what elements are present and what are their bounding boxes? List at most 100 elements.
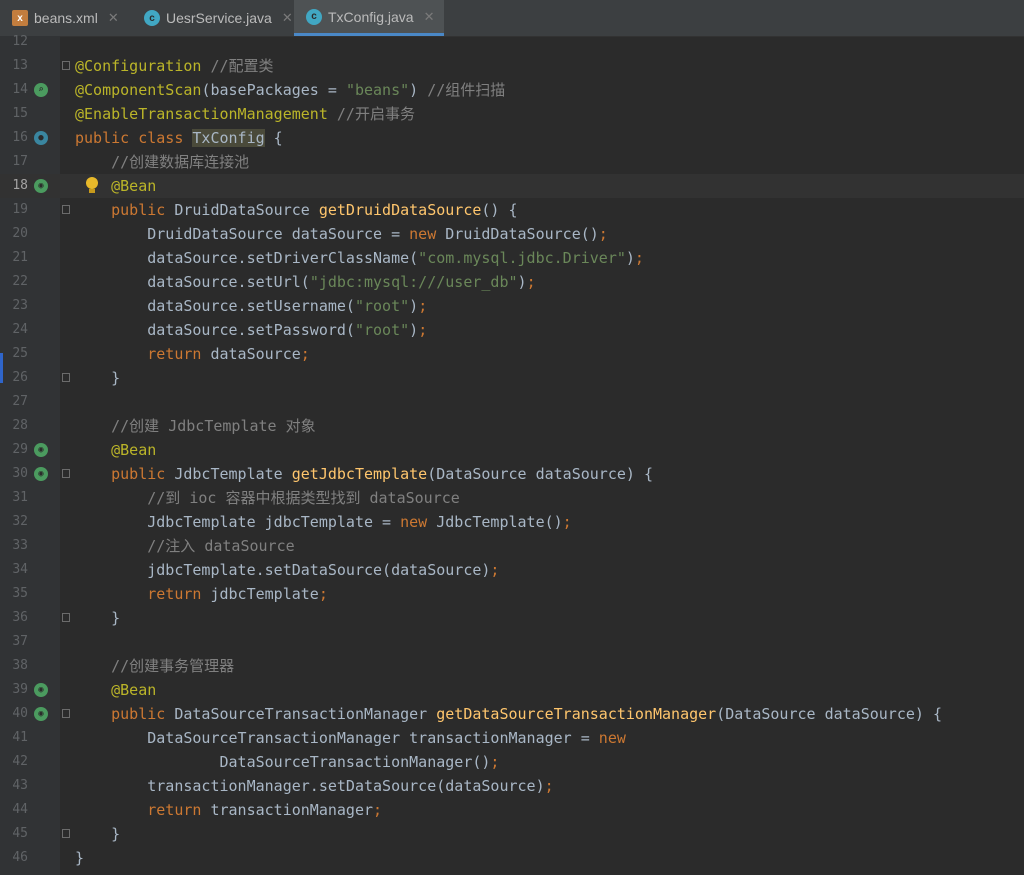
code-text[interactable]: dataSource.setUrl("jdbc:mysql:///user_db… [75, 270, 535, 294]
close-icon[interactable]: ✕ [424, 9, 435, 25]
code-text[interactable]: } [75, 366, 120, 390]
code-text[interactable]: @Bean [75, 678, 156, 702]
code-line[interactable]: 45 } [0, 822, 1024, 846]
close-icon[interactable]: ✕ [282, 10, 293, 26]
code-text[interactable]: DruidDataSource dataSource = new DruidDa… [75, 222, 608, 246]
code-text[interactable]: public JdbcTemplate getJdbcTemplate(Data… [75, 462, 653, 486]
code-text[interactable]: @ComponentScan(basePackages = "beans") /… [75, 78, 505, 102]
fold-marker-icon[interactable] [62, 469, 70, 478]
code-line[interactable]: 29 ◉ @Bean [0, 438, 1024, 462]
code-text[interactable]: public class TxConfig { [75, 126, 283, 150]
code-line[interactable]: 13 @Configuration //配置类 [0, 54, 1024, 78]
component-scan-icon[interactable]: ⌕ [34, 83, 48, 97]
code-line[interactable]: 37 [0, 630, 1024, 654]
code-line[interactable]: 31 //到 ioc 容器中根据类型找到 dataSource [0, 486, 1024, 510]
code-line[interactable]: 41 DataSourceTransactionManager transact… [0, 726, 1024, 750]
code-line[interactable]: 39 ◉ @Bean [0, 678, 1024, 702]
close-icon[interactable]: ✕ [108, 10, 119, 26]
code-line[interactable]: 33 //注入 dataSource [0, 534, 1024, 558]
line-number: 23 [12, 298, 28, 313]
code-text[interactable]: @Configuration //配置类 [75, 54, 274, 78]
spring-bean-icon[interactable]: ◉ [34, 179, 48, 193]
code-line[interactable]: 46} [0, 846, 1024, 870]
code-line[interactable]: 42 DataSourceTransactionManager(); [0, 750, 1024, 774]
code-line[interactable]: 30 ◉ public JdbcTemplate getJdbcTemplate(… [0, 462, 1024, 486]
fold-marker-icon[interactable] [62, 709, 70, 718]
code-line[interactable]: 12 [0, 30, 1024, 54]
code-text[interactable]: @EnableTransactionManagement //开启事务 [75, 102, 415, 126]
code-line[interactable]: 36 } [0, 606, 1024, 630]
code-line[interactable]: 20 DruidDataSource dataSource = new Drui… [0, 222, 1024, 246]
spring-bean-icon[interactable]: ◉ [34, 443, 48, 457]
code-line[interactable]: 27 [0, 390, 1024, 414]
code-text[interactable]: //注入 dataSource [75, 534, 294, 558]
tab-label: beans.xml [34, 10, 98, 26]
code-line[interactable]: 23 dataSource.setUsername("root"); [0, 294, 1024, 318]
code-line[interactable]: 14 ⌕ @ComponentScan(basePackages = "beans"… [0, 78, 1024, 102]
code-line[interactable]: 43 transactionManager.setDataSource(data… [0, 774, 1024, 798]
code-text[interactable]: @Bean [75, 438, 156, 462]
code-line[interactable]: 28 //创建 JdbcTemplate 对象 [0, 414, 1024, 438]
code-text[interactable]: return transactionManager; [75, 798, 382, 822]
line-number: 28 [12, 418, 28, 433]
code-text[interactable]: dataSource.setPassword("root"); [75, 318, 427, 342]
line-number: 20 [12, 226, 28, 241]
fold-marker-icon[interactable] [62, 373, 70, 382]
code-line[interactable]: 22 dataSource.setUrl("jdbc:mysql:///user… [0, 270, 1024, 294]
code-text[interactable]: return dataSource; [75, 342, 310, 366]
code-text[interactable]: } [75, 606, 120, 630]
code-line[interactable]: 18 ◉ @Bean [0, 174, 1024, 198]
code-text[interactable]: //到 ioc 容器中根据类型找到 dataSource [75, 486, 460, 510]
code-line[interactable]: 34 jdbcTemplate.setDataSource(dataSource… [0, 558, 1024, 582]
code-text[interactable]: public DataSourceTransactionManager getD… [75, 702, 942, 726]
class-hierarchy-icon[interactable]: ● [34, 131, 48, 145]
line-number: 21 [12, 250, 28, 265]
code-editor[interactable]: 12 13 @Configuration //配置类 14 ⌕ @ComponentSca… [0, 34, 1024, 875]
code-line[interactable]: 40 ◉ public DataSourceTransactionManager … [0, 702, 1024, 726]
code-text[interactable]: public DruidDataSource getDruidDataSourc… [75, 198, 517, 222]
fold-marker-icon[interactable] [62, 205, 70, 214]
line-number: 45 [12, 826, 28, 841]
code-line[interactable]: 38 //创建事务管理器 [0, 654, 1024, 678]
line-number: 29 [12, 442, 28, 457]
spring-bean-icon[interactable]: ◉ [34, 707, 48, 721]
line-number: 22 [12, 274, 28, 289]
code-text[interactable]: } [75, 822, 120, 846]
code-text[interactable]: DataSourceTransactionManager transaction… [75, 726, 626, 750]
code-line[interactable]: 32 JdbcTemplate jdbcTemplate = new JdbcT… [0, 510, 1024, 534]
fold-marker-icon[interactable] [62, 613, 70, 622]
code-text[interactable]: transactionManager.setDataSource(dataSou… [75, 774, 553, 798]
code-text[interactable]: //创建 JdbcTemplate 对象 [75, 414, 316, 438]
fold-marker-icon[interactable] [62, 829, 70, 838]
line-number: 35 [12, 586, 28, 601]
code-text[interactable]: DataSourceTransactionManager(); [75, 750, 499, 774]
code-line[interactable]: 35 return jdbcTemplate; [0, 582, 1024, 606]
code-text[interactable]: } [75, 846, 84, 870]
line-number: 13 [12, 58, 28, 73]
line-number: 16 [12, 130, 28, 145]
code-line[interactable]: 44 return transactionManager; [0, 798, 1024, 822]
line-number: 42 [12, 754, 28, 769]
spring-bean-icon[interactable]: ◉ [34, 683, 48, 697]
line-number: 44 [12, 802, 28, 817]
fold-marker-icon[interactable] [62, 61, 70, 70]
code-text[interactable]: //创建数据库连接池 [75, 150, 249, 174]
spring-bean-icon[interactable]: ◉ [34, 467, 48, 481]
code-text[interactable]: dataSource.setDriverClassName("com.mysql… [75, 246, 644, 270]
code-line[interactable]: 19 public DruidDataSource getDruidDataSo… [0, 198, 1024, 222]
code-line[interactable]: 21 dataSource.setDriverClassName("com.my… [0, 246, 1024, 270]
code-text[interactable]: JdbcTemplate jdbcTemplate = new JdbcTemp… [75, 510, 571, 534]
code-line[interactable]: 25 return dataSource; [0, 342, 1024, 366]
code-line[interactable]: 26 } [0, 366, 1024, 390]
line-number: 36 [12, 610, 28, 625]
code-line[interactable]: 15 @EnableTransactionManagement //开启事务 [0, 102, 1024, 126]
code-line[interactable]: 17 //创建数据库连接池 [0, 150, 1024, 174]
code-text[interactable]: @Bean [75, 174, 156, 198]
code-text[interactable]: //创建事务管理器 [75, 654, 234, 678]
code-text[interactable]: jdbcTemplate.setDataSource(dataSource); [75, 558, 499, 582]
code-text[interactable]: dataSource.setUsername("root"); [75, 294, 427, 318]
code-line[interactable]: 24 dataSource.setPassword("root"); [0, 318, 1024, 342]
code-text[interactable]: return jdbcTemplate; [75, 582, 328, 606]
class-icon: c [144, 10, 160, 26]
code-line[interactable]: 16 ● public class TxConfig { [0, 126, 1024, 150]
